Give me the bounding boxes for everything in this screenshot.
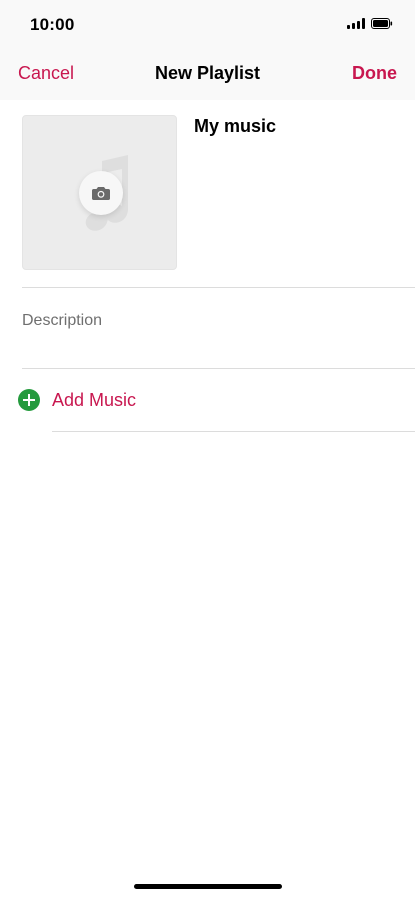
done-button[interactable]: Done [352,63,397,84]
signal-icon [347,18,365,29]
playlist-artwork[interactable] [22,115,177,270]
home-indicator[interactable] [134,884,282,889]
add-music-button[interactable]: Add Music [18,389,136,411]
camera-button[interactable] [79,171,123,215]
divider [22,287,415,288]
divider [22,368,415,369]
divider [52,431,415,432]
status-icons [347,18,393,29]
playlist-name-field[interactable]: My music [194,116,276,137]
description-field[interactable]: Description [22,312,102,330]
status-bar: 10:00 [0,0,415,50]
navigation-bar: Cancel New Playlist Done [0,50,415,100]
add-music-label: Add Music [52,389,137,410]
battery-icon [371,18,393,29]
camera-icon [92,187,110,200]
plus-circle-icon [18,389,40,411]
status-time: 10:00 [30,15,75,34]
